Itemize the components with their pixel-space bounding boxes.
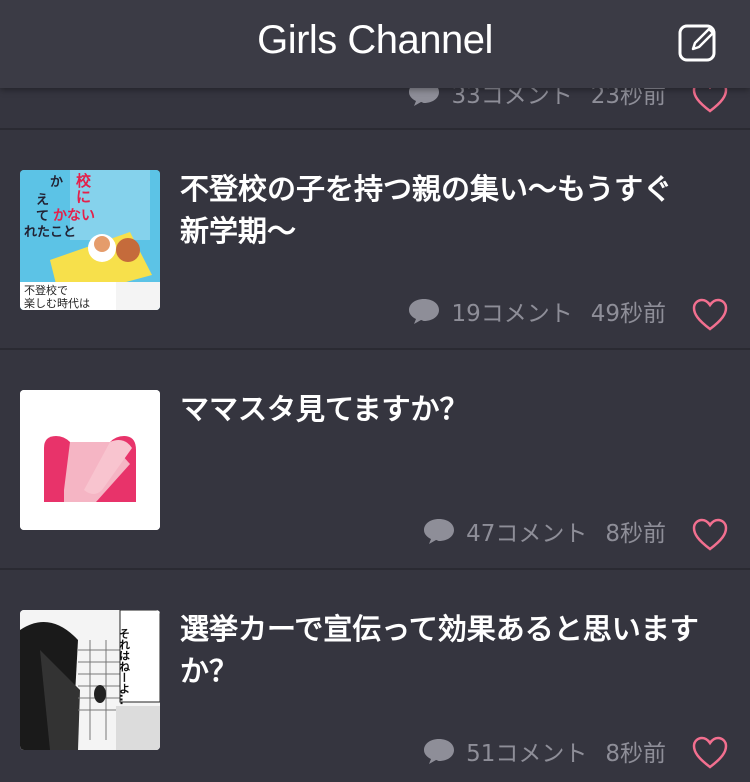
comment-icon (424, 739, 455, 764)
app-header: Girls Channel (0, 0, 750, 88)
heart-icon[interactable] (692, 736, 728, 770)
cover-text: え (36, 193, 49, 208)
app-title: Girls Channel (257, 18, 493, 62)
item-meta: 51コメント 8秒前 (422, 734, 666, 768)
comment-count: 19コメント (451, 301, 573, 327)
cover-text: に (76, 188, 91, 206)
item-meta: 47コメント 8秒前 (422, 514, 666, 548)
list-item[interactable]: ママスタ見てますか？ 47コメント 8秒前 (0, 350, 750, 570)
cover-text: か (50, 175, 63, 190)
topic-thumbnail (20, 390, 160, 530)
list-item[interactable]: それはねーよ… 選挙カーで宣伝って効果あると思いますか？ 51コメント 8秒前 (0, 570, 750, 782)
comment-count: 47コメント (466, 521, 588, 547)
comment-icon (424, 519, 455, 544)
heart-icon[interactable] (692, 298, 728, 332)
comment-count: 51コメント (466, 741, 588, 767)
topic-thumbnail: それはねーよ… (20, 610, 160, 750)
manga-panel-image: それはねーよ… (20, 610, 160, 750)
comment-icon (409, 299, 440, 324)
mamasta-logo-icon (20, 390, 160, 530)
topic-thumbnail: 校 に かない か え て れたこと 不登校で 楽しむ時代は (20, 170, 160, 310)
timestamp: 49秒前 (590, 301, 666, 327)
item-meta: 19コメント 49秒前 (407, 294, 666, 328)
cover-text: 楽しむ時代は (24, 297, 90, 310)
compose-icon[interactable] (678, 22, 718, 62)
book-cover-image: 校 に かない か え て れたこと 不登校で 楽しむ時代は (20, 170, 160, 310)
cover-text: 不登校で (24, 283, 68, 297)
speech-bubble-text: それはねーよ… (118, 628, 131, 705)
timestamp: 8秒前 (605, 741, 666, 767)
cover-text: て (36, 209, 49, 224)
timestamp: 8秒前 (605, 521, 666, 547)
cover-text: かない (53, 208, 95, 224)
cover-text: れたこと (24, 225, 76, 240)
list-item[interactable]: 校 に かない か え て れたこと 不登校で 楽しむ時代は 不登校の子を持つ親… (0, 130, 750, 350)
heart-icon[interactable] (692, 518, 728, 552)
topic-title[interactable]: ママスタ見てますか？ (180, 388, 700, 430)
topic-title[interactable]: 不登校の子を持つ親の集い〜もうすぐ新学期〜 (180, 168, 700, 252)
topic-title[interactable]: 選挙カーで宣伝って効果あると思いますか？ (180, 608, 700, 692)
